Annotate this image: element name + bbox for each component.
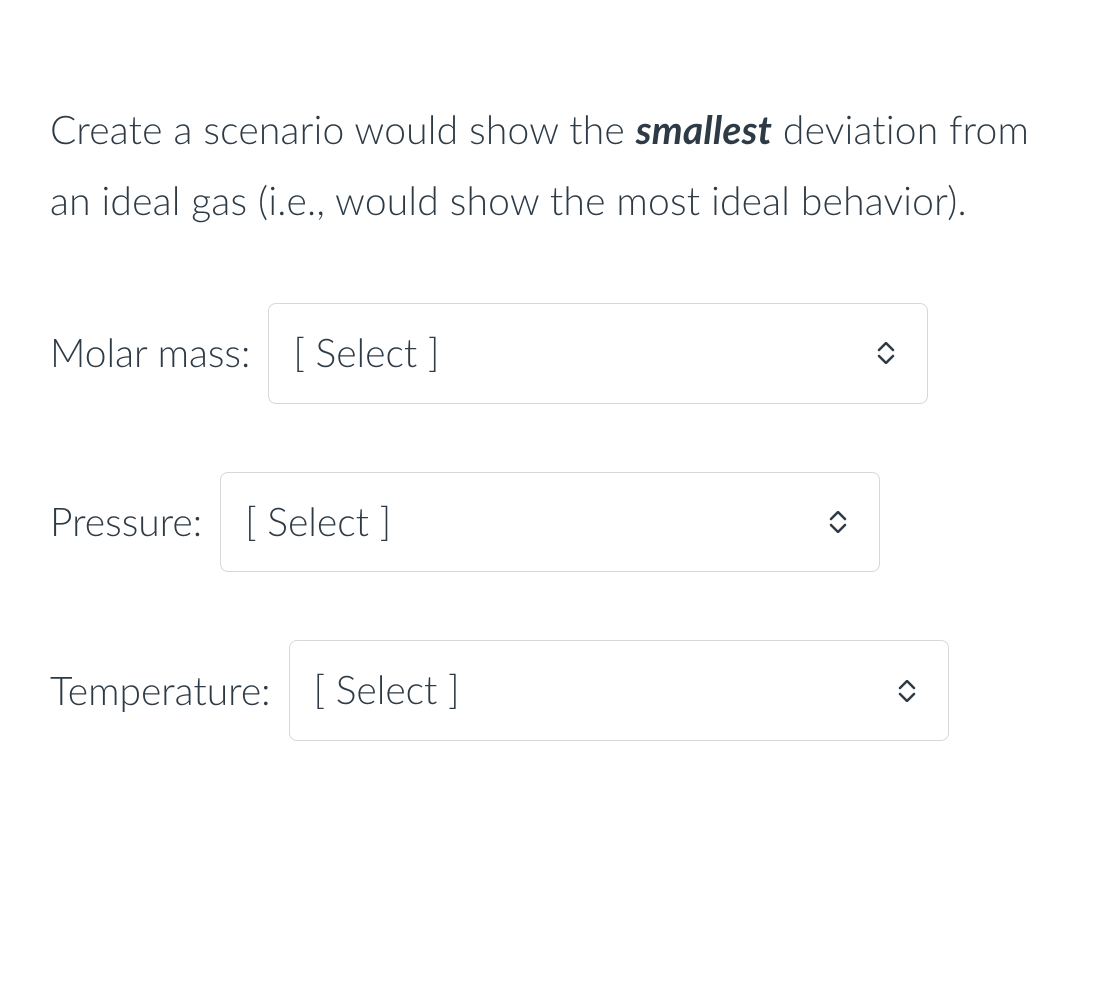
pressure-label: Pressure: <box>50 499 202 545</box>
temperature-label: Temperature: <box>50 668 271 714</box>
pressure-select-wrap: [ Select ] <box>220 472 880 573</box>
prompt-text-1: Create a scenario would show the <box>50 107 636 153</box>
temperature-select[interactable]: [ Select ] <box>289 640 949 741</box>
molar-mass-select[interactable]: [ Select ] <box>268 303 928 404</box>
prompt-emphasis: smallest <box>636 107 772 153</box>
temperature-row: Temperature: [ Select ] <box>50 640 1043 741</box>
temperature-select-wrap: [ Select ] <box>289 640 949 741</box>
molar-mass-label: Molar mass: <box>50 330 250 376</box>
pressure-select[interactable]: [ Select ] <box>220 472 880 573</box>
question-prompt: Create a scenario would show the smalles… <box>50 95 1043 238</box>
molar-mass-select-wrap: [ Select ] <box>268 303 928 404</box>
pressure-row: Pressure: [ Select ] <box>50 472 1043 573</box>
molar-mass-row: Molar mass: [ Select ] <box>50 303 1043 404</box>
